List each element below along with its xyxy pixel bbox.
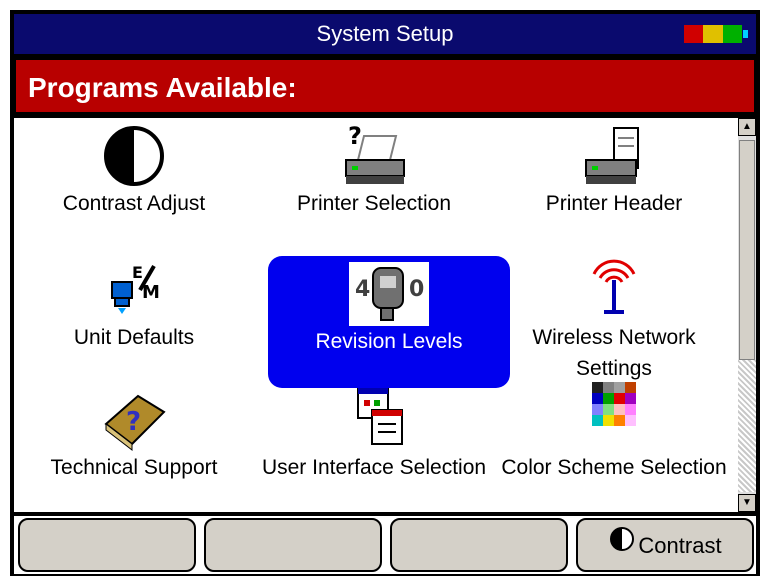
contrast-softkey-label: Contrast — [638, 533, 722, 559]
svg-text:E: E — [132, 263, 143, 282]
program-user-interface-selection[interactable]: User Interface Selection — [254, 387, 494, 483]
device-revision-icon: 4 0 — [349, 262, 429, 326]
program-wireless-network-settings[interactable]: Wireless Network Settings — [494, 258, 734, 384]
unit-defaults-icon: E M — [94, 258, 174, 322]
wireless-antenna-icon — [574, 258, 654, 322]
color-grid-icon — [574, 380, 654, 452]
program-printer-selection[interactable]: ? Printer Selection — [254, 122, 494, 219]
contrast-icon — [608, 521, 636, 571]
softkey-2[interactable] — [204, 518, 382, 572]
svg-text:M: M — [142, 282, 160, 303]
program-printer-header[interactable]: Printer Header — [494, 124, 734, 219]
scrollbar-thumb[interactable] — [739, 140, 755, 360]
help-book-icon: ? — [94, 388, 174, 452]
svg-text:?: ? — [126, 407, 141, 437]
svg-text:4: 4 — [355, 277, 370, 302]
program-label: Revision Levels — [315, 330, 463, 353]
svg-text:?: ? — [348, 124, 362, 150]
softkey-1[interactable] — [18, 518, 196, 572]
printer-header-icon — [574, 124, 654, 188]
program-label: Color Scheme Selection — [501, 456, 727, 479]
contrast-icon — [94, 124, 174, 188]
vertical-scrollbar[interactable]: ▲ ▼ — [738, 118, 756, 512]
program-contrast-adjust[interactable]: Contrast Adjust — [14, 124, 254, 219]
program-label: Contrast Adjust — [62, 192, 206, 215]
printer-question-icon: ? — [334, 122, 414, 188]
svg-text:0: 0 — [409, 277, 424, 302]
program-label: Printer Header — [545, 192, 683, 215]
program-color-scheme-selection[interactable]: Color Scheme Selection — [494, 380, 734, 483]
scroll-up-arrow-icon[interactable]: ▲ — [738, 118, 756, 136]
program-label: Printer Selection — [296, 192, 452, 215]
softkey-bar: Contrast — [14, 516, 756, 574]
softkey-3[interactable] — [390, 518, 568, 572]
program-revision-levels[interactable]: 4 0 Revision Levels — [268, 256, 510, 388]
program-label: User Interface Selection — [261, 456, 487, 479]
programs-header-title: Programs Available: — [28, 72, 297, 103]
program-technical-support[interactable]: ? Technical Support — [14, 388, 254, 483]
programs-header: Programs Available: — [14, 58, 756, 114]
device-screen: System Setup Programs Available: Contras… — [10, 10, 760, 576]
battery-icon — [684, 25, 748, 43]
contrast-softkey[interactable]: Contrast — [576, 518, 754, 572]
scroll-down-arrow-icon[interactable]: ▼ — [738, 494, 756, 512]
program-label: Unit Defaults — [73, 326, 195, 349]
program-label: Wireless Network Settings — [532, 326, 696, 380]
program-grid: Contrast Adjust ? Printer Selection Prin… — [14, 118, 738, 512]
scrollbar-track[interactable] — [738, 360, 756, 492]
title-bar: System Setup — [14, 14, 756, 54]
program-unit-defaults[interactable]: E M Unit Defaults — [14, 258, 254, 353]
program-label: Technical Support — [50, 456, 218, 479]
window-title: System Setup — [316, 21, 454, 46]
windows-icon — [334, 387, 414, 452]
